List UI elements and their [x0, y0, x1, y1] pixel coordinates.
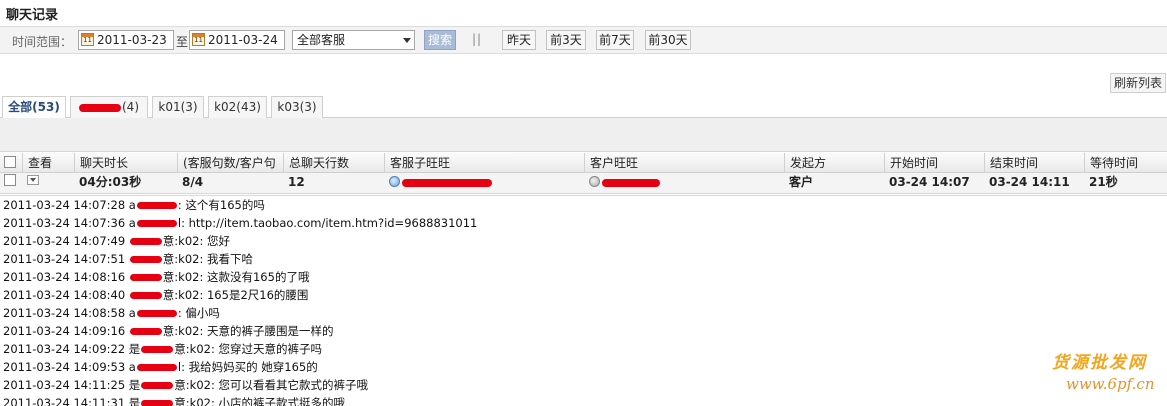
- calendar-icon[interactable]: [81, 33, 94, 46]
- log-line: 2011-03-24 14:09:53 a l: 我给妈妈买的 她穿165的: [3, 360, 318, 374]
- col-sentences[interactable]: (客服句数/客户句: [177, 153, 283, 173]
- cell-initiator: 客户: [789, 175, 814, 189]
- redaction-mark: [129, 292, 162, 299]
- redaction-mark: [141, 400, 174, 406]
- redaction-mark: [141, 382, 174, 389]
- tab-k01[interactable]: k01(3): [152, 96, 204, 118]
- redaction-mark: [136, 310, 177, 317]
- tab-all[interactable]: 全部(53): [2, 96, 66, 119]
- col-duration[interactable]: 聊天时长: [74, 153, 177, 173]
- cell-wait-time: 21秒: [1089, 175, 1118, 189]
- last-30-days-button[interactable]: 前30天: [645, 30, 691, 50]
- log-line: 2011-03-24 14:07:51 意:k02: 我看下哈: [3, 252, 253, 266]
- cell-total-lines: 12: [288, 175, 305, 189]
- tab-redacted-agent[interactable]: (4): [70, 96, 148, 118]
- log-line: 2011-03-24 14:09:22 是意:k02: 您穿过天意的裤子吗: [3, 342, 322, 356]
- cell-end-time: 03-24 14:11: [989, 175, 1070, 189]
- toolbar-strip: [0, 118, 1167, 152]
- tab-k02[interactable]: k02(43): [208, 96, 267, 118]
- log-line: 2011-03-24 14:07:28 a: 这个有165的吗: [3, 198, 265, 212]
- log-line: 2011-03-24 14:07:49 意:k02: 您好: [3, 234, 230, 248]
- select-all-checkbox[interactable]: [4, 156, 16, 168]
- watermark: 货源批发网 www.6pf.cn: [1052, 348, 1164, 402]
- redaction-mark: [79, 103, 121, 112]
- col-total-lines[interactable]: 总聊天行数: [283, 153, 384, 173]
- agent-select[interactable]: 全部客服: [292, 30, 415, 50]
- tab-k03[interactable]: k03(3): [271, 96, 323, 118]
- redaction-mark: [129, 274, 162, 281]
- redaction-mark: [136, 364, 177, 371]
- cell-sentences: 8/4: [182, 175, 204, 189]
- last-7-days-button[interactable]: 前7天: [596, 30, 634, 50]
- col-end-time[interactable]: 结束时间: [984, 153, 1084, 173]
- col-customer-wangwang[interactable]: 客户旺旺: [584, 153, 784, 173]
- log-line: 2011-03-24 14:08:40 意:k02: 165是2尺16的腰围: [3, 288, 309, 302]
- wangwang-offline-icon[interactable]: [589, 176, 600, 187]
- log-line: 2011-03-24 14:11:25 是意:k02: 您可以看看其它款式的裤子…: [3, 378, 368, 392]
- redaction-mark: [129, 256, 162, 263]
- search-button[interactable]: 搜索: [424, 30, 456, 50]
- refresh-list-button[interactable]: 刷新列表: [1110, 73, 1166, 93]
- cell-agent-wangwang[interactable]: [384, 173, 492, 193]
- chevron-down-icon: [403, 38, 411, 43]
- end-date-input[interactable]: 2011-03-24: [189, 30, 285, 50]
- col-start-time[interactable]: 开始时间: [884, 153, 984, 173]
- table-header: 查看 聊天时长 (客服句数/客户句 总聊天行数 客服子旺旺 客户旺旺 发起方 开…: [0, 153, 1167, 173]
- chat-log-panel[interactable]: 2011-03-24 14:07:28 a: 这个有165的吗 2011-03-…: [0, 195, 1167, 406]
- watermark-url: www.6pf.cn: [1066, 375, 1155, 393]
- cell-customer-wangwang[interactable]: [584, 173, 660, 193]
- log-line: 2011-03-24 14:08:16 意:k02: 这款没有165的了哦: [3, 270, 310, 284]
- time-range-label: 时间范围：: [12, 35, 73, 49]
- to-label: 至: [176, 35, 189, 49]
- redaction-mark: [136, 202, 177, 209]
- redaction-mark: [129, 238, 162, 245]
- redaction-mark: [136, 220, 177, 227]
- cell-start-time: 03-24 14:07: [889, 175, 970, 189]
- filter-bar: 时间范围： 2011-03-23 至 2011-03-24 全部客服 搜索 ||…: [0, 26, 1167, 54]
- row-checkbox[interactable]: [4, 174, 16, 186]
- page-title: 聊天记录: [6, 8, 59, 23]
- expand-icon[interactable]: [27, 175, 39, 185]
- separator: ||: [472, 32, 483, 46]
- col-wait-time[interactable]: 等待时间: [1084, 153, 1167, 173]
- redaction-mark: [402, 178, 492, 187]
- last-3-days-button[interactable]: 前3天: [546, 30, 586, 50]
- col-initiator[interactable]: 发起方: [784, 153, 884, 173]
- col-agent-wangwang[interactable]: 客服子旺旺: [384, 153, 584, 173]
- end-date-value: 2011-03-24: [208, 33, 278, 47]
- log-line: 2011-03-24 14:07:36 a l: http://item.taob…: [3, 216, 478, 230]
- log-line: 2011-03-24 14:09:16 意:k02: 天意的裤子腰围是一样的: [3, 324, 334, 338]
- start-date-value: 2011-03-23: [97, 33, 167, 47]
- redaction-mark: [129, 328, 162, 335]
- table-row[interactable]: 04分:03秒 8/4 12 客户 03-24 14:07 03-24 14:1…: [0, 173, 1167, 194]
- calendar-icon[interactable]: [192, 33, 205, 46]
- redaction-mark: [141, 346, 174, 353]
- watermark-title: 货源批发网: [1052, 353, 1147, 373]
- start-date-input[interactable]: 2011-03-23: [78, 30, 174, 50]
- yesterday-button[interactable]: 昨天: [502, 30, 536, 50]
- cell-duration: 04分:03秒: [79, 175, 142, 189]
- col-view[interactable]: 查看: [22, 153, 74, 173]
- redaction-mark: [602, 178, 660, 187]
- agent-select-value: 全部客服: [297, 33, 346, 47]
- log-line: 2011-03-24 14:08:58 a: 偏小吗: [3, 306, 220, 320]
- wangwang-online-icon[interactable]: [389, 176, 400, 187]
- log-line: 2011-03-24 14:11:31 是意:k02: 小店的裤子款式挺多的哦: [3, 396, 345, 406]
- tab-label: (4): [122, 100, 139, 114]
